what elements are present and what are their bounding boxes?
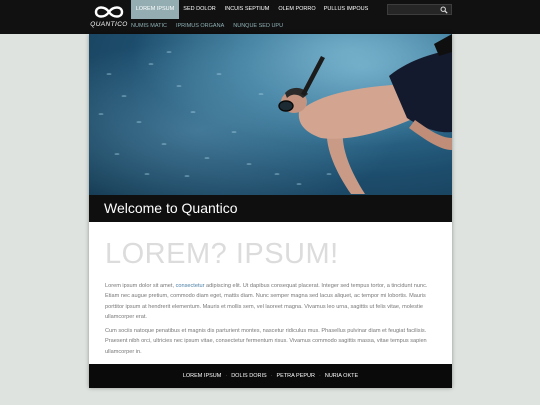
top-navigation-bar: QUANTICO LOREM IPSUM SED DOLOR INCUIS SE… [0, 0, 540, 34]
footer-separator: · [319, 373, 321, 379]
nav-item-incuis-septium[interactable]: INCUIS SEPTIUM [220, 0, 274, 19]
sub-navigation: NUMIS MATIC IPRIMUS ORGANA NUNQUE SED UP… [131, 19, 292, 34]
nav-item-lorem-ipsum[interactable]: LOREM IPSUM [131, 0, 179, 19]
welcome-title: Welcome to Quantico [104, 200, 238, 216]
consectetur-link[interactable]: consectetur [176, 283, 205, 289]
footer-link[interactable]: NURIA OKTE [325, 373, 358, 379]
brand-logo[interactable]: QUANTICO [89, 4, 129, 32]
sub-nav-item[interactable]: NUMIS MATIC [131, 19, 167, 34]
footer-separator: · [270, 373, 273, 379]
footer-link[interactable]: PETRA PEPUR [276, 373, 315, 379]
page-headline: LOREM? IPSUM! [105, 238, 339, 270]
search-icon[interactable] [440, 6, 448, 14]
infinity-logo-icon [94, 6, 124, 18]
nav-item-sed-dolor[interactable]: SED DOLOR [179, 0, 220, 19]
main-navigation: LOREM IPSUM SED DOLOR INCUIS SEPTIUM OLE… [131, 0, 372, 19]
footer-link[interactable]: LOREM IPSUM [183, 373, 222, 379]
footer-link[interactable]: DOLIS DORIS [231, 373, 266, 379]
sub-nav-item[interactable]: IPRIMUS ORGANA [176, 19, 224, 34]
search-input[interactable] [388, 5, 440, 14]
p1-text-start: Lorem ipsum dolor sit amet, [105, 283, 176, 289]
body-paragraph-2: Cum sociis natoque penatibus et magnis d… [105, 328, 427, 355]
page-container: Welcome to Quantico LOREM? IPSUM! Lorem … [89, 34, 452, 388]
footer-bar: LOREM IPSUM · DOLIS DORIS · PETRA PEPUR · NURI… [89, 364, 452, 388]
welcome-banner: Welcome to Quantico [89, 195, 452, 222]
brand-name: QUANTICO [90, 21, 128, 28]
sub-nav-item[interactable]: NUNQUE SED UPU [233, 19, 283, 34]
hero-image [89, 34, 452, 195]
nav-item-pullus-impous[interactable]: PULLUS IMPOUS [320, 0, 372, 19]
footer-separator: · [225, 373, 228, 379]
nav-item-olem-porro[interactable]: OLEM PORRO [274, 0, 320, 19]
underwater-snorkeler-illustration [89, 34, 452, 195]
body-paragraph-1: Lorem ipsum dolor sit amet, consectetur … [105, 281, 436, 323]
search-box [387, 4, 452, 15]
